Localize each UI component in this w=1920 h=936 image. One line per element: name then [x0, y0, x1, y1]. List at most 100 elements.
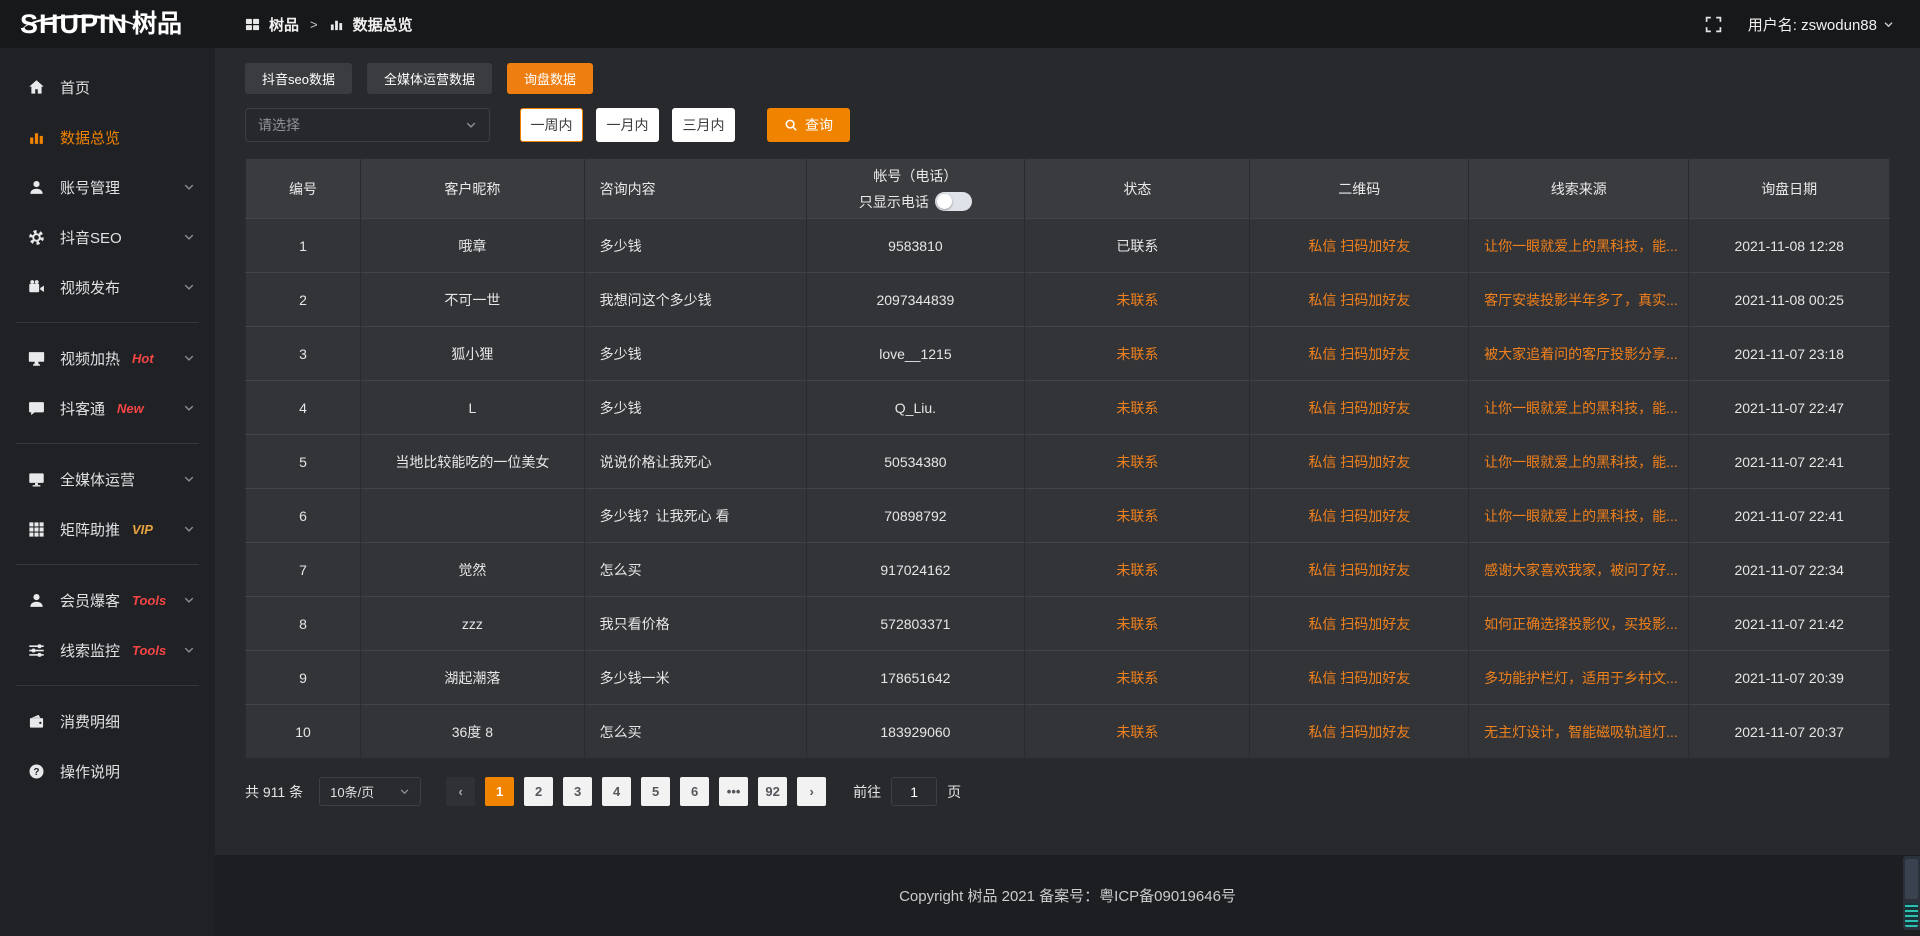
- page-button-1[interactable]: 1: [485, 777, 514, 806]
- qrcode-link[interactable]: 私信 扫码加好友: [1250, 273, 1469, 327]
- status-badge: 未联系: [1025, 489, 1250, 543]
- apps-icon: [245, 17, 260, 32]
- source-link[interactable]: 让你一眼就爱上的黑科技，能...: [1469, 489, 1689, 543]
- cell-date: 2021-11-07 20:37: [1689, 705, 1890, 759]
- page-size-value: 10条/页: [330, 782, 374, 801]
- screen-icon: [27, 350, 45, 367]
- next-page-button[interactable]: ›: [797, 777, 826, 806]
- sidebar-item-label: 视频加热: [60, 348, 120, 369]
- qrcode-link[interactable]: 私信 扫码加好友: [1250, 705, 1469, 759]
- qrcode-link[interactable]: 私信 扫码加好友: [1250, 597, 1469, 651]
- source-link[interactable]: 感谢大家喜欢我家，被问了好...: [1469, 543, 1689, 597]
- user-menu[interactable]: 用户名: zswodun88: [1748, 14, 1894, 35]
- page-button-3[interactable]: 3: [563, 777, 592, 806]
- sidebar-item-clue-monitor[interactable]: 线索监控Tools: [0, 625, 215, 675]
- cell-account: 9583810: [806, 219, 1025, 273]
- page-button-6[interactable]: 6: [680, 777, 709, 806]
- cell-date: 2021-11-07 22:34: [1689, 543, 1890, 597]
- chevron-down-icon: [183, 181, 195, 193]
- page-ellipsis[interactable]: •••: [719, 777, 748, 806]
- cell-content: 多少钱: [584, 327, 806, 381]
- chat-widget-pane: [1905, 859, 1918, 899]
- sidebar-badge: Tools: [132, 643, 166, 658]
- page-buttons: 123456 ••• 92: [480, 777, 792, 806]
- page-button-5[interactable]: 5: [641, 777, 670, 806]
- cell-date: 2021-11-08 12:28: [1689, 219, 1890, 273]
- sidebar-item-label: 视频发布: [60, 277, 120, 298]
- cell-nickname: zzz: [361, 597, 585, 651]
- table-body: 1哦章多少钱9583810已联系私信 扫码加好友让你一眼就爱上的黑科技，能...…: [246, 219, 1890, 759]
- qrcode-link[interactable]: 私信 扫码加好友: [1250, 435, 1469, 489]
- cell-nickname: 湖起潮落: [361, 651, 585, 705]
- page-button-4[interactable]: 4: [602, 777, 631, 806]
- table-row: 7觉然怎么买917024162未联系私信 扫码加好友感谢大家喜欢我家，被问了好.…: [246, 543, 1890, 597]
- period-button-month[interactable]: 一月内: [596, 108, 659, 142]
- period-button-quarter[interactable]: 三月内: [672, 108, 735, 142]
- sidebar-item-data-overview[interactable]: 数据总览: [0, 112, 215, 162]
- phone-only-toggle[interactable]: [935, 192, 972, 211]
- cell-date: 2021-11-07 22:47: [1689, 381, 1890, 435]
- prev-page-button[interactable]: ‹: [446, 777, 475, 806]
- qrcode-link[interactable]: 私信 扫码加好友: [1250, 543, 1469, 597]
- content: 抖音seo数据全媒体运营数据询盘数据 请选择 一周内一月内三月内 查询: [215, 48, 1920, 855]
- home-icon: [27, 79, 45, 96]
- col-account-title: 帐号（电话）: [807, 166, 1025, 186]
- chevron-down-icon: [183, 644, 195, 656]
- tab-inquiry-data[interactable]: 询盘数据: [507, 63, 593, 94]
- page-size-select[interactable]: 10条/页: [319, 777, 421, 806]
- sidebar-item-home[interactable]: 首页: [0, 62, 215, 112]
- cell-date: 2021-11-08 00:25: [1689, 273, 1890, 327]
- main-area: 抖音seo数据全媒体运营数据询盘数据 请选择 一周内一月内三月内 查询: [215, 48, 1920, 936]
- qrcode-link[interactable]: 私信 扫码加好友: [1250, 219, 1469, 273]
- filter-select[interactable]: 请选择: [245, 108, 490, 142]
- sidebar-item-video-publish[interactable]: 视频发布: [0, 262, 215, 312]
- chat-widget[interactable]: [1903, 856, 1920, 930]
- cell-date: 2021-11-07 23:18: [1689, 327, 1890, 381]
- sliders-icon: [27, 642, 45, 659]
- qrcode-link[interactable]: 私信 扫码加好友: [1250, 651, 1469, 705]
- tab-douyin-seo-data[interactable]: 抖音seo数据: [245, 63, 352, 94]
- source-link[interactable]: 如何正确选择投影仪，买投影...: [1469, 597, 1689, 651]
- search-button[interactable]: 查询: [767, 108, 850, 142]
- sidebar-item-video-heat[interactable]: 视频加热Hot: [0, 333, 215, 383]
- username-label: 用户名: zswodun88: [1748, 14, 1877, 35]
- cell-no: 4: [246, 381, 361, 435]
- cell-date: 2021-11-07 21:42: [1689, 597, 1890, 651]
- sidebar-item-member-baoke[interactable]: 会员爆客Tools: [0, 575, 215, 625]
- sidebar-item-label: 抖音SEO: [60, 227, 122, 248]
- app-logo[interactable]: SHUPIN 树品: [0, 11, 215, 38]
- sidebar-item-label: 账号管理: [60, 177, 120, 198]
- sidebar-item-consume-detail[interactable]: 消费明细: [0, 696, 215, 746]
- tab-media-ops-data[interactable]: 全媒体运营数据: [367, 63, 492, 94]
- source-link[interactable]: 无主灯设计，智能磁吸轨道灯...: [1469, 705, 1689, 759]
- cell-no: 5: [246, 435, 361, 489]
- sidebar-item-help[interactable]: ?操作说明: [0, 746, 215, 796]
- sidebar-item-media-ops[interactable]: 全媒体运营: [0, 454, 215, 504]
- status-badge: 未联系: [1025, 543, 1250, 597]
- sidebar-item-douyin-seo[interactable]: 抖音SEO: [0, 212, 215, 262]
- cell-no: 9: [246, 651, 361, 705]
- source-link[interactable]: 让你一眼就爱上的黑科技，能...: [1469, 435, 1689, 489]
- qrcode-link[interactable]: 私信 扫码加好友: [1250, 327, 1469, 381]
- sidebar-item-account-manage[interactable]: 账号管理: [0, 162, 215, 212]
- cell-nickname: 不可一世: [361, 273, 585, 327]
- goto-page-input[interactable]: [891, 777, 937, 806]
- qrcode-link[interactable]: 私信 扫码加好友: [1250, 489, 1469, 543]
- sidebar-nav: 首页数据总览账号管理抖音SEO 视频发布视频加热Hot抖客通New 全媒体运营矩阵助…: [0, 62, 215, 796]
- page-button-92[interactable]: 92: [758, 777, 787, 806]
- source-link[interactable]: 让你一眼就爱上的黑科技，能...: [1469, 219, 1689, 273]
- source-link[interactable]: 多功能护栏灯，适用于乡村文...: [1469, 651, 1689, 705]
- inquiry-table: 编号 客户昵称 咨询内容 帐号（电话） 只显示电话 状态 二维码 线索来源: [245, 158, 1890, 759]
- source-link[interactable]: 客厅安装投影半年多了，真实...: [1469, 273, 1689, 327]
- period-button-week[interactable]: 一周内: [520, 108, 583, 142]
- cell-no: 2: [246, 273, 361, 327]
- page-button-2[interactable]: 2: [524, 777, 553, 806]
- qrcode-link[interactable]: 私信 扫码加好友: [1250, 381, 1469, 435]
- breadcrumb-root[interactable]: 树品: [269, 14, 299, 35]
- source-link[interactable]: 被大家追着问的客厅投影分享...: [1469, 327, 1689, 381]
- sidebar-item-matrix-boost[interactable]: 矩阵助推VIP: [0, 504, 215, 554]
- fullscreen-icon[interactable]: [1705, 16, 1722, 33]
- sidebar-item-doukotong[interactable]: 抖客通New: [0, 383, 215, 433]
- source-link[interactable]: 让你一眼就爱上的黑科技，能...: [1469, 381, 1689, 435]
- cell-nickname: 狐小狸: [361, 327, 585, 381]
